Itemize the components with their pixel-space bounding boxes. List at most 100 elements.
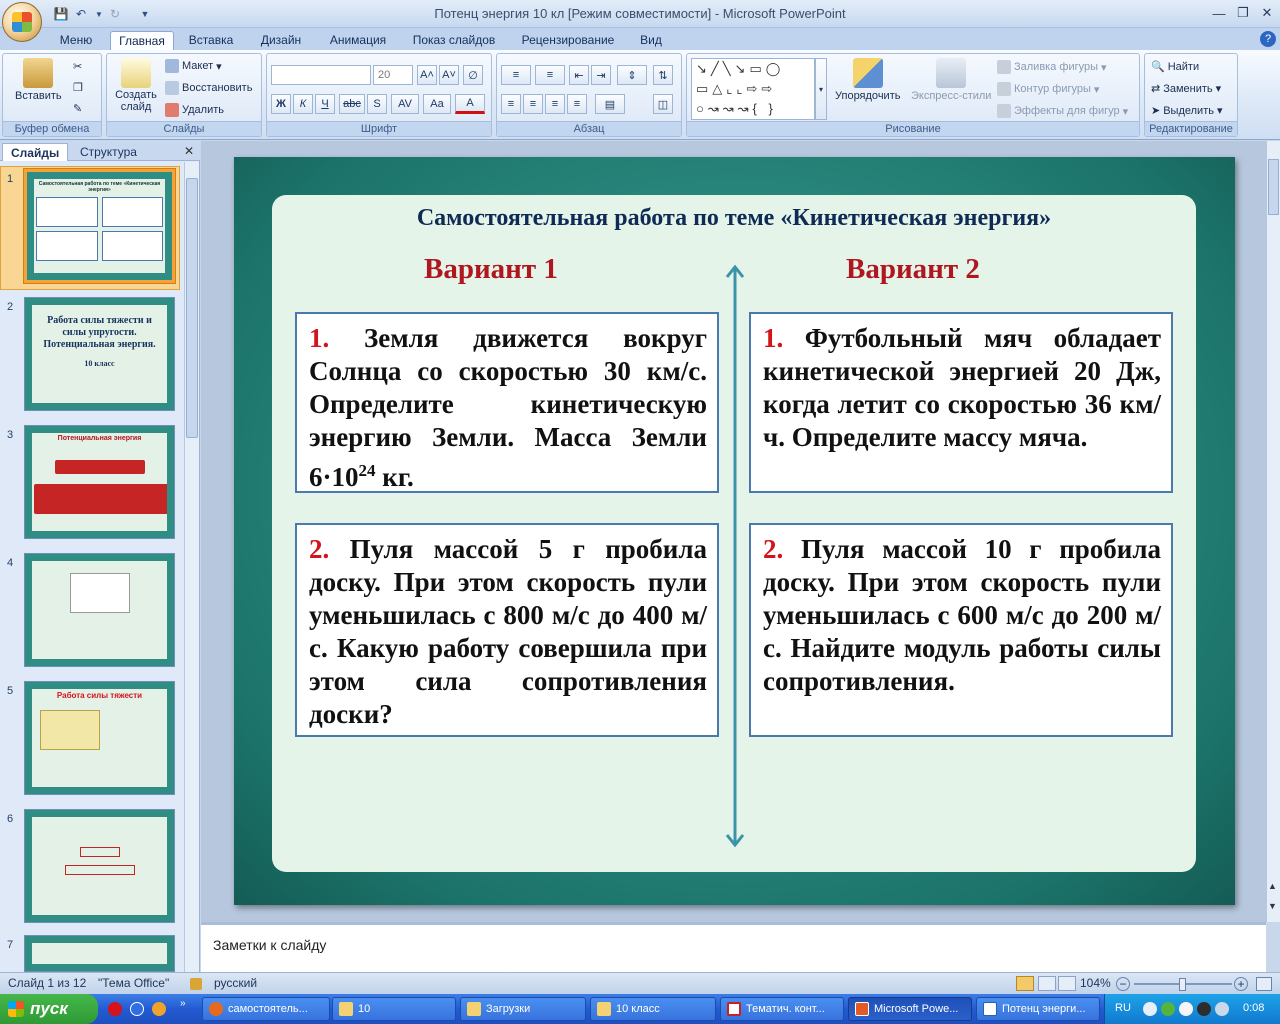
clock[interactable]: 0:08 (1243, 1002, 1264, 1014)
variant1-heading[interactable]: Вариант 1 (424, 253, 558, 286)
start-button[interactable]: пуск (0, 994, 98, 1024)
align-center-icon[interactable]: ≡ (523, 94, 543, 114)
cut-icon[interactable]: ✂ (73, 60, 82, 73)
smartart-icon[interactable]: ◫ (653, 94, 673, 114)
increase-indent-icon[interactable]: ⇥ (591, 65, 611, 85)
minimize-button[interactable]: — (1206, 3, 1232, 23)
numbering-icon[interactable]: ≡ (535, 65, 565, 85)
spellcheck-icon[interactable] (190, 978, 202, 990)
shapes-more-icon[interactable]: ▾ (815, 58, 827, 120)
arrange-button[interactable]: Упорядочить (835, 58, 900, 102)
align-right-icon[interactable]: ≡ (545, 94, 565, 114)
taskbar-button-downloads[interactable]: Загрузки (460, 997, 586, 1021)
bold-button[interactable]: Ж (271, 94, 291, 114)
shape-effects-button[interactable]: Эффекты для фигур ▾ (997, 104, 1128, 118)
notes-pane[interactable]: Заметки к слайду (201, 922, 1266, 972)
volume-icon[interactable] (1215, 1002, 1229, 1016)
zoom-in-icon[interactable]: + (1234, 977, 1248, 991)
shadow-button[interactable]: S (367, 94, 387, 114)
text-direction-icon[interactable]: ⇅ (653, 65, 673, 85)
close-panel-icon[interactable]: ✕ (184, 144, 194, 158)
tab-design[interactable]: Дизайн (250, 31, 312, 50)
slide-thumbnail-4[interactable] (24, 553, 175, 667)
task-box-v1-2[interactable]: 2. Пуля массой 5 г пробила доску. При эт… (295, 523, 719, 737)
variant2-heading[interactable]: Вариант 2 (846, 253, 980, 286)
slide-canvas[interactable]: Самостоятельная работа по теме «Кинетиче… (234, 157, 1235, 905)
ie-icon[interactable] (130, 1002, 144, 1016)
decrease-indent-icon[interactable]: ⇤ (569, 65, 589, 85)
scroll-thumb[interactable] (186, 178, 198, 438)
grow-font-icon[interactable]: A˄ (417, 65, 437, 85)
restore-button[interactable]: ❐ (1230, 3, 1256, 23)
delete-slide-button[interactable]: Удалить (165, 103, 224, 117)
tray-icon[interactable] (1197, 1002, 1211, 1016)
zoom-out-icon[interactable]: − (1116, 977, 1130, 991)
slide-thumbnail-7[interactable] (24, 935, 175, 972)
tray-icon[interactable] (1179, 1002, 1193, 1016)
tab-outline[interactable]: Структура (72, 143, 145, 161)
app-icon[interactable] (152, 1002, 166, 1016)
slide-thumbnail-1[interactable]: Самостоятельная работа по теме «Кинетиче… (24, 169, 175, 283)
format-painter-icon[interactable]: ✎ (73, 102, 82, 115)
font-color-button[interactable]: A (455, 94, 485, 114)
columns-icon[interactable]: ▤ (595, 94, 625, 114)
tab-review[interactable]: Рецензирование (512, 31, 624, 50)
tab-home[interactable]: Главная (110, 31, 174, 50)
bullets-icon[interactable]: ≡ (501, 65, 531, 85)
slide-thumbnail-6[interactable] (24, 809, 175, 923)
new-slide-button[interactable]: Создать слайд (113, 58, 159, 113)
next-slide-icon[interactable]: ▼ (1268, 901, 1277, 911)
editor-scrollbar[interactable]: ▲ ▼ (1266, 141, 1280, 922)
align-left-icon[interactable]: ≡ (501, 94, 521, 114)
paste-button[interactable]: Вставить (15, 58, 62, 102)
slide-thumbnail-2[interactable]: Работа силы тяжести и силы упругости. По… (24, 297, 175, 411)
zoom-level[interactable]: 104% (1080, 976, 1111, 990)
prev-slide-icon[interactable]: ▲ (1268, 881, 1277, 891)
shape-outline-button[interactable]: Контур фигуры ▾ (997, 82, 1099, 96)
slides-panel-scrollbar[interactable] (184, 162, 199, 972)
taskbar-button-word[interactable]: Потенц энерги... (976, 997, 1100, 1021)
tab-slideshow[interactable]: Показ слайдов (406, 31, 502, 50)
select-button[interactable]: ➤ Выделить ▾ (1151, 104, 1223, 118)
change-case-button[interactable]: Aa (423, 94, 451, 114)
office-button[interactable] (2, 2, 42, 42)
close-button[interactable]: ✕ (1254, 3, 1280, 23)
shapes-gallery[interactable]: ↘╱╲↘▭◯ ▭△⌞⌞⇨⇨ ○↝↝↝{ } (691, 58, 815, 120)
opera-icon[interactable] (108, 1002, 122, 1016)
underline-button[interactable]: Ч (315, 94, 335, 114)
line-spacing-icon[interactable]: ⇕ (617, 65, 647, 85)
scroll-thumb[interactable] (1268, 159, 1279, 215)
shape-fill-button[interactable]: Заливка фигуры ▾ (997, 60, 1107, 74)
copy-icon[interactable]: ❐ (73, 81, 83, 94)
quick-styles-button[interactable]: Экспресс-стили (911, 58, 991, 102)
taskbar-button-folder-10[interactable]: 10 (332, 997, 456, 1021)
taskbar-button-firefox[interactable]: самостоятель... (202, 997, 330, 1021)
layout-button[interactable]: Макет ▾ (165, 59, 222, 73)
slideshow-view-icon[interactable] (1058, 976, 1076, 991)
shrink-font-icon[interactable]: A˅ (439, 65, 459, 85)
strikethrough-button[interactable]: abc (339, 94, 365, 114)
taskbar-button-pdf[interactable]: Тематич. конт... (720, 997, 844, 1021)
task-box-v2-1[interactable]: 1. Футбольный мяч обладает кинетической … (749, 312, 1173, 493)
slide-title[interactable]: Самостоятельная работа по теме «Кинетиче… (272, 205, 1196, 232)
taskbar-button-powerpoint[interactable]: Microsoft Powe... (848, 997, 972, 1021)
clear-format-icon[interactable]: ∅ (463, 65, 483, 85)
justify-icon[interactable]: ≡ (567, 94, 587, 114)
taskbar-button-10-class[interactable]: 10 класс (590, 997, 716, 1021)
sorter-view-icon[interactable] (1038, 976, 1056, 991)
slide-thumbnail-5[interactable]: Работа силы тяжести (24, 681, 175, 795)
slide-thumbnail-3[interactable]: Потенциальная энергия (24, 425, 175, 539)
task-box-v1-1[interactable]: 1. Земля движется вокруг Солнца со скоро… (295, 312, 719, 493)
normal-view-icon[interactable] (1016, 976, 1034, 991)
tray-icon[interactable] (1143, 1002, 1157, 1016)
find-button[interactable]: 🔍 Найти (1151, 60, 1199, 74)
language-indicator[interactable]: русский (214, 976, 257, 990)
italic-button[interactable]: К (293, 94, 313, 114)
replace-button[interactable]: ⇄ Заменить ▾ (1151, 82, 1221, 96)
zoom-slider-thumb[interactable] (1179, 978, 1186, 991)
reset-button[interactable]: Восстановить (165, 81, 252, 95)
tab-menu[interactable]: Меню (50, 31, 102, 50)
font-size-combo[interactable]: 20 (373, 65, 413, 85)
char-spacing-button[interactable]: AV (391, 94, 419, 114)
task-box-v2-2[interactable]: 2. Пуля массой 10 г пробила доску. При э… (749, 523, 1173, 737)
